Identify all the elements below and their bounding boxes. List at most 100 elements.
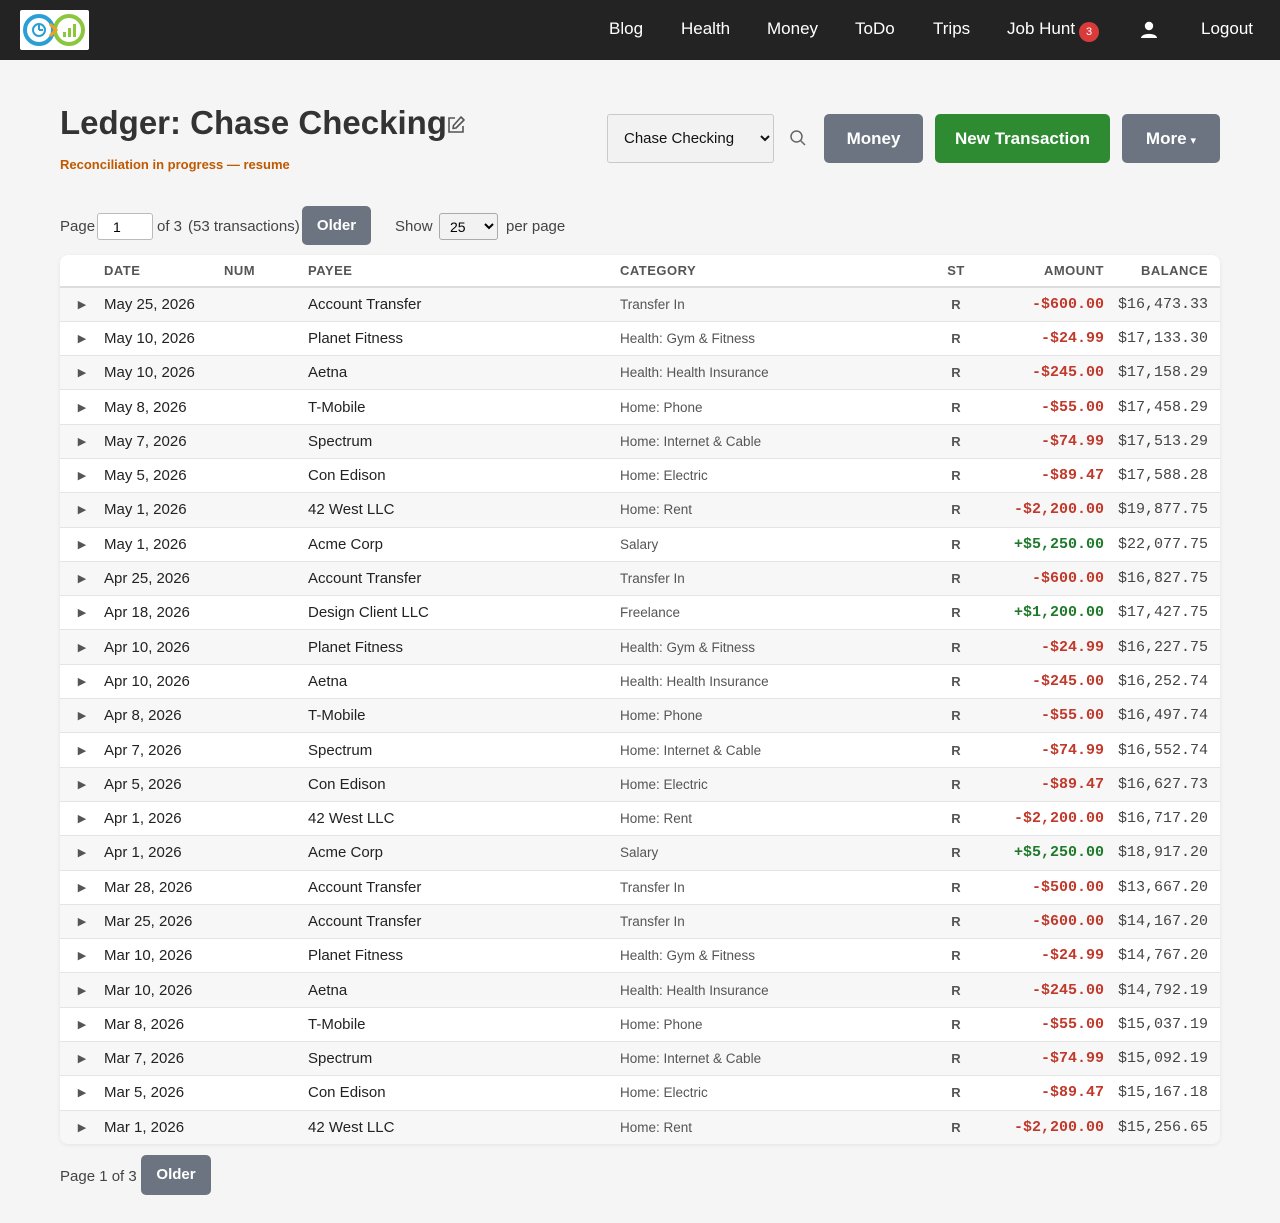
table-row[interactable]: ▶ May 5, 2026 Con Edison Home: Electric R -$8… <box>60 457 1220 493</box>
expand-arrow-icon[interactable]: ▶ <box>60 526 104 562</box>
amount-cell: -$600.00 <box>992 903 1116 939</box>
expand-arrow-icon[interactable]: ▶ <box>60 800 104 836</box>
nav-money[interactable]: Money <box>767 19 818 39</box>
nav-blog[interactable]: Blog <box>609 19 643 39</box>
expand-arrow-icon[interactable]: ▶ <box>60 663 104 699</box>
balance-header[interactable]: BALANCE <box>1116 255 1220 288</box>
category-cell: Home: Phone <box>620 389 920 425</box>
balance-cell: $14,767.20 <box>1116 938 1220 973</box>
expand-arrow-icon[interactable]: ▶ <box>60 287 104 321</box>
expand-arrow-icon[interactable]: ▶ <box>60 835 104 871</box>
amount-cell: -$89.47 <box>992 457 1116 493</box>
table-row[interactable]: ▶ Mar 28, 2026 Account Transfer Transfer In… <box>60 869 1220 905</box>
expand-arrow-icon[interactable]: ▶ <box>60 560 104 596</box>
payee-header[interactable]: PAYEE <box>308 255 620 288</box>
balance-cell: $15,092.19 <box>1116 1041 1220 1076</box>
nav-trips[interactable]: Trips <box>933 19 970 39</box>
expand-arrow-icon[interactable]: ▶ <box>60 869 104 905</box>
nav-job-hunt[interactable]: Job Hunt 3 <box>1007 19 1100 42</box>
table-row[interactable]: ▶ Apr 18, 2026 Design Client LLC Freelance R… <box>60 595 1220 630</box>
amount-cell: -$500.00 <box>992 869 1116 905</box>
expand-arrow-icon[interactable]: ▶ <box>60 903 104 939</box>
nav-logout[interactable]: Logout <box>1201 19 1253 39</box>
table-row[interactable]: ▶ Mar 25, 2026 Account Transfer Transfer In… <box>60 903 1220 939</box>
num-cell <box>224 1041 308 1076</box>
account-select[interactable]: Chase Checking <box>607 114 774 163</box>
table-row[interactable]: ▶ Apr 10, 2026 Aetna Health: Health Insuran… <box>60 663 1220 699</box>
expand-arrow-icon[interactable]: ▶ <box>60 629 104 665</box>
amount-cell: -$600.00 <box>1031 295 1104 313</box>
expand-arrow-icon[interactable]: ▶ <box>60 320 104 356</box>
expand-arrow-icon[interactable]: ▶ <box>60 457 104 493</box>
table-row[interactable]: ▶ Mar 7, 2026 Spectrum Home: Internet & Cab… <box>60 1041 1220 1076</box>
table-row[interactable]: ▶ Apr 25, 2026 Account Transfer Transfer In… <box>60 560 1220 596</box>
table-row[interactable]: ▶ Mar 5, 2026 Con Edison Home: Electric R -$8… <box>60 1075 1220 1111</box>
category-header[interactable]: CATEGORY <box>620 255 920 288</box>
search-icon[interactable] <box>789 129 807 147</box>
expand-arrow-icon[interactable]: ▶ <box>60 1041 104 1076</box>
amount-header[interactable]: AMOUNT <box>992 255 1116 288</box>
table-row[interactable]: ▶ May 25, 2026 Account Transfer Transfer In… <box>60 287 1220 322</box>
money-button[interactable]: Money <box>824 114 923 163</box>
payee-cell: Planet Fitness <box>308 320 620 356</box>
more-button[interactable]: More ▾ <box>1122 114 1220 163</box>
table-row[interactable]: ▶ Apr 5, 2026 Con Edison Home: Electric R -$8… <box>60 766 1220 802</box>
expand-arrow-icon[interactable]: ▶ <box>60 1109 104 1144</box>
num-header[interactable]: NUM <box>224 255 308 288</box>
older-button-bottom[interactable]: Older <box>141 1155 211 1195</box>
user-icon[interactable] <box>1140 21 1158 39</box>
table-row[interactable]: ▶ Mar 8, 2026 T-Mobile Home: Phone R -$55.00 $… <box>60 1006 1220 1042</box>
status-cell: R <box>920 698 992 733</box>
expand-arrow-icon[interactable]: ▶ <box>60 355 104 390</box>
balance-cell: $16,717.20 <box>1116 800 1220 836</box>
num-cell <box>224 595 308 630</box>
expand-arrow-icon[interactable]: ▶ <box>60 972 104 1008</box>
older-button-top[interactable]: Older <box>302 206 371 245</box>
date-cell: Mar 10, 2026 <box>104 938 224 973</box>
category-cell: Health: Gym & Fitness <box>620 320 920 356</box>
table-row[interactable]: ▶ May 10, 2026 Planet Fitness Health: Gym &… <box>60 320 1220 356</box>
table-row[interactable]: ▶ Mar 1, 2026 42 West LLC Home: Rent R -$2,20… <box>60 1109 1220 1144</box>
table-row[interactable]: ▶ Mar 10, 2026 Aetna Health: Health Insuran… <box>60 972 1220 1008</box>
expand-arrow-icon[interactable]: ▶ <box>60 732 104 768</box>
category-cell: Salary <box>620 526 920 562</box>
table-row[interactable]: ▶ Apr 10, 2026 Planet Fitness Health: Gym &… <box>60 629 1220 665</box>
expand-arrow-icon[interactable]: ▶ <box>60 766 104 802</box>
table-row[interactable]: ▶ May 7, 2026 Spectrum Home: Internet & Cab… <box>60 423 1220 459</box>
category-cell: Health: Gym & Fitness <box>620 629 920 665</box>
logo-icon[interactable] <box>20 10 89 50</box>
reconciliation-resume-link[interactable]: Reconciliation in progress — resume <box>60 157 290 172</box>
status-cell: R <box>920 560 992 596</box>
nav-health[interactable]: Health <box>681 19 730 39</box>
expand-arrow-icon[interactable]: ▶ <box>60 595 104 630</box>
amount-cell: -$74.99 <box>992 1041 1116 1076</box>
balance-cell: $14,792.19 <box>1116 972 1220 1008</box>
category-cell: Home: Electric <box>620 457 920 493</box>
expand-arrow-icon[interactable]: ▶ <box>60 492 104 528</box>
table-row[interactable]: ▶ May 1, 2026 Acme Corp Salary R +$5,250.00 $2… <box>60 526 1220 562</box>
table-row[interactable]: ▶ May 1, 2026 42 West LLC Home: Rent R -$2,20… <box>60 492 1220 528</box>
table-row[interactable]: ▶ Apr 1, 2026 Acme Corp Salary R +$5,250.00 $1… <box>60 835 1220 871</box>
date-header[interactable]: DATE <box>104 255 224 288</box>
table-row[interactable]: ▶ May 10, 2026 Aetna Health: Health Insuran… <box>60 355 1220 390</box>
table-row[interactable]: ▶ May 8, 2026 T-Mobile Home: Phone R -$55.00 $… <box>60 389 1220 425</box>
new-transaction-button[interactable]: New Transaction <box>935 114 1110 163</box>
table-row[interactable]: ▶ Apr 7, 2026 Spectrum Home: Internet & Cab… <box>60 732 1220 768</box>
nav-todo[interactable]: ToDo <box>855 19 895 39</box>
edit-icon[interactable] <box>446 115 466 135</box>
page-number-input[interactable] <box>97 213 153 240</box>
table-row[interactable]: ▶ Apr 1, 2026 42 West LLC Home: Rent R -$2,20… <box>60 800 1220 836</box>
expand-arrow-icon[interactable]: ▶ <box>60 1075 104 1111</box>
expand-arrow-icon[interactable]: ▶ <box>60 389 104 425</box>
table-row[interactable]: ▶ Mar 10, 2026 Planet Fitness Health: Gym &… <box>60 938 1220 973</box>
per-page-select[interactable]: 25 <box>439 213 498 240</box>
expand-arrow-icon[interactable]: ▶ <box>60 938 104 973</box>
table-row[interactable]: ▶ Apr 8, 2026 T-Mobile Home: Phone R -$55.00 $… <box>60 698 1220 733</box>
status-header[interactable]: ST <box>920 255 992 288</box>
date-cell: May 10, 2026 <box>104 320 224 356</box>
expand-arrow-icon[interactable]: ▶ <box>60 1006 104 1042</box>
expand-arrow-icon[interactable]: ▶ <box>60 423 104 459</box>
category-cell: Home: Rent <box>620 800 920 836</box>
expand-arrow-icon[interactable]: ▶ <box>60 698 104 733</box>
date-cell: May 7, 2026 <box>104 423 224 459</box>
